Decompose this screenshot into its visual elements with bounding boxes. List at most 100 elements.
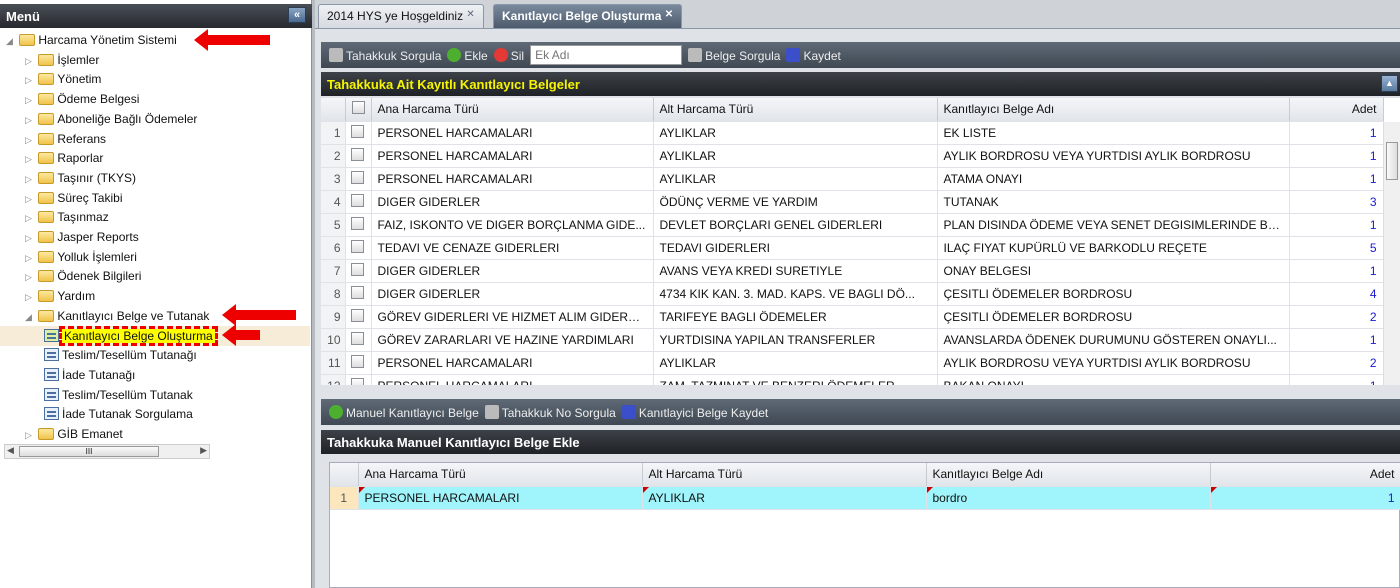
cell[interactable]: AYLIKLAR [653,167,938,191]
close-icon[interactable]: ✕ [665,9,673,20]
kaydet-button[interactable]: Kaydet [786,47,841,63]
row-checkbox[interactable] [345,236,372,260]
cell[interactable]: TEDAVI VE CENAZE GIDERLERI [371,236,654,260]
collapsed-triangle-icon[interactable]: ▷ [25,70,35,89]
ek-adi-input[interactable] [530,45,683,65]
cell[interactable]: 1 [1289,144,1384,168]
cell[interactable]: PERSONEL HARCAMALARI [371,351,654,375]
table-row[interactable]: 9 GÖREV GIDERLERI VE HIZMET ALIM GIDERLER… [321,305,1384,329]
cell[interactable]: DEVLET BORÇLARI GENEL GIDERLERI [653,213,938,237]
table-row[interactable]: 1 PERSONEL HARCAMALARI AYLIKLAR bordro 1 [330,486,1400,510]
cell[interactable]: GÖREV ZARARLARI VE HAZINE YARDIMLARI [371,328,654,352]
row-checkbox[interactable] [345,305,372,329]
cell[interactable]: 3 [1289,190,1384,214]
row-checkbox[interactable] [345,121,372,145]
tree-item[interactable]: İade Tutanağı [0,365,310,385]
tree-item[interactable]: Kanıtlayıcı Belge Oluşturma [0,325,310,346]
tree-item[interactable]: ▷ Taşınır (TKYS) [0,168,310,188]
tree-item[interactable]: İade Tutanak Sorgulama [0,404,310,424]
tree-item[interactable]: ▷ Aboneliğe Bağlı Ödemeler [0,109,310,129]
collapsed-triangle-icon[interactable]: ▷ [25,130,35,149]
tree-item[interactable]: ▷ Yardım [0,286,310,306]
row-checkbox[interactable] [345,167,372,191]
cell[interactable]: YURTDISINA YAPILAN TRANSFERLER [653,328,938,352]
cell[interactable]: BAKAN ONAYI [937,374,1290,385]
belge-sorgula-button[interactable]: Belge Sorgula [688,47,780,63]
cell[interactable]: PERSONEL HARCAMALARI [371,374,654,385]
sil-button[interactable]: Sil [493,47,524,63]
cell[interactable]: 5 [1289,236,1384,260]
cell[interactable]: 4734 KIK KAN. 3. MAD. KAPS. VE BAGLI DÖ.… [653,282,938,306]
tab-kanitlayici-belge[interactable]: Kanıtlayıcı Belge Oluşturma ✕ [493,4,683,28]
expanded-triangle-icon[interactable]: ◢ [25,307,35,326]
cell[interactable]: DIGER GIDERLER [371,190,654,214]
select-all-checkbox[interactable] [345,98,372,122]
tree-item[interactable]: ▷ Yolluk İşlemleri [0,247,310,267]
cell[interactable]: 1 [1210,486,1400,510]
tree-item[interactable]: ▷ Ödeme Belgesi [0,89,310,109]
cell[interactable]: AVANS VEYA KREDI SURETIYLE [653,259,938,283]
tree-item[interactable]: ▷ Ödenek Bilgileri [0,266,310,286]
tahakkuk-no-sorgula-button[interactable]: Tahakkuk No Sorgula [484,404,616,420]
cell[interactable]: ZAM, TAZMINAT VE BENZERI ÖDEMELER [653,374,938,385]
cell[interactable]: 1 [1289,213,1384,237]
table-row[interactable]: 2 PERSONEL HARCAMALARI AYLIKLAR AYLIK BORDR… [321,144,1384,168]
tree-item[interactable]: ▷ Referans [0,129,310,149]
collapsed-triangle-icon[interactable]: ▷ [25,149,35,168]
cell[interactable]: 2 [1289,351,1384,375]
cell[interactable]: TARIFEYE BAGLI ÖDEMELER [653,305,938,329]
tab-welcome[interactable]: 2014 HYS ye Hoşgeldiniz ✕ [318,4,484,28]
cell[interactable]: PERSONEL HARCAMALARI [371,121,654,145]
column-header[interactable]: Adet [1289,98,1384,122]
row-checkbox[interactable] [345,351,372,375]
manuel-kanitlayici-belge-button[interactable]: Manuel Kanıtlayıcı Belge [329,404,479,420]
cell[interactable]: 2 [1289,305,1384,329]
cell[interactable]: AYLIK BORDROSU VEYA YURTDISI AYLIK BORDR… [937,351,1290,375]
column-header[interactable]: Ana Harcama Türü [371,98,654,122]
cell[interactable]: ÇESITLI ÖDEMELER BORDROSU [937,305,1290,329]
table-row[interactable]: 11 PERSONEL HARCAMALARI AYLIKLAR AYLIK BORD… [321,351,1384,375]
cell[interactable]: ILAÇ FIYAT KUPÜRLÜ VE BARKODLU REÇETE [937,236,1290,260]
cell[interactable]: AYLIK BORDROSU VEYA YURTDISI AYLIK BORDR… [937,144,1290,168]
cell[interactable]: FAIZ, ISKONTO VE DIGER BORÇLANMA GIDE... [371,213,654,237]
row-checkbox[interactable] [345,259,372,283]
cell[interactable]: PLAN DISINDA ÖDEME VEYA SENET DEGISIMLER… [937,213,1290,237]
tahakkuk-sorgula-button[interactable]: Tahakkuk Sorgula [329,47,441,63]
collapsed-triangle-icon[interactable]: ▷ [25,110,35,129]
row-checkbox[interactable] [345,190,372,214]
tree-item[interactable]: ▷ Jasper Reports [0,227,310,247]
cell[interactable]: PERSONEL HARCAMALARI [371,167,654,191]
table-row[interactable]: 1 PERSONEL HARCAMALARI AYLIKLAR EK LISTE 1 [321,121,1384,145]
cell[interactable]: DIGER GIDERLER [371,282,654,306]
collapsed-triangle-icon[interactable]: ▷ [25,228,35,247]
collapse-panel-icon[interactable]: ▲ [1381,75,1398,92]
scroll-right-icon[interactable]: ▶ [200,445,207,456]
collapsed-triangle-icon[interactable]: ▷ [25,51,35,70]
tree-item[interactable]: ▷ İşlemler [0,50,310,70]
column-header[interactable]: Alt Harcama Türü [642,463,927,487]
scroll-thumb[interactable]: III [19,446,159,457]
cell[interactable]: AVANSLARDA ÖDENEK DURUMUNU GÖSTEREN ONAY… [937,328,1290,352]
tree-item[interactable]: ▷ Süreç Takibi [0,188,310,208]
cell[interactable]: 1 [1289,259,1384,283]
table-row[interactable]: 8 DIGER GIDERLER 4734 KIK KAN. 3. MAD. KAP… [321,282,1384,306]
cell[interactable]: ÇESITLI ÖDEMELER BORDROSU [937,282,1290,306]
cell[interactable]: AYLIKLAR [653,121,938,145]
table-row[interactable]: 6 TEDAVI VE CENAZE GIDERLERI TEDAVI GIDERL… [321,236,1384,260]
kanitlayici-belge-kaydet-button[interactable]: Kanıtlayici Belge Kaydet [621,404,768,420]
collapsed-triangle-icon[interactable]: ▷ [25,189,35,208]
table-row[interactable]: 3 PERSONEL HARCAMALARI AYLIKLAR ATAMA ONAYI… [321,167,1384,191]
tree-item[interactable]: ▷ Taşınmaz [0,207,310,227]
tree-item[interactable]: ▷ Raporlar [0,148,310,168]
table-row[interactable]: 4 DIGER GIDERLER ÖDÜNÇ VERME VE YARDIM TUTA… [321,190,1384,214]
scroll-left-icon[interactable]: ◀ [7,445,14,456]
column-header[interactable]: Kanıtlayıcı Belge Adı [926,463,1211,487]
cell[interactable]: TEDAVI GIDERLERI [653,236,938,260]
tree-item[interactable]: ▷ Yönetim [0,69,310,89]
ekle-button[interactable]: Ekle [447,47,488,63]
collapsed-triangle-icon[interactable]: ▷ [25,169,35,188]
tree-item[interactable]: ▷ GİB Emanet [0,424,310,444]
row-checkbox[interactable] [345,328,372,352]
cell[interactable]: AYLIKLAR [653,351,938,375]
row-checkbox[interactable] [345,282,372,306]
